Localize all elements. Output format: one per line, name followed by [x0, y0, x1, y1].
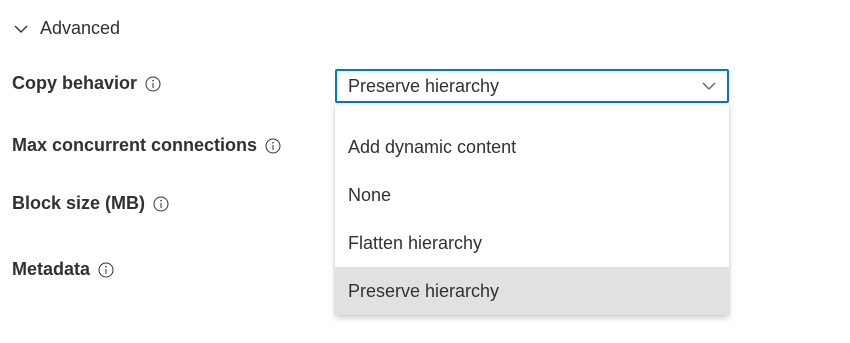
info-icon[interactable]	[145, 76, 161, 92]
option-preserve-hierarchy[interactable]: Preserve hierarchy	[335, 267, 729, 315]
max-concurrent-label-row: Max concurrent connections	[12, 135, 281, 156]
section-title: Advanced	[40, 18, 121, 38]
info-icon[interactable]	[153, 196, 169, 212]
advanced-section-toggle[interactable]: Advanced	[12, 18, 120, 39]
copy-behavior-selected-value: Preserve hierarchy	[348, 75, 500, 96]
copy-behavior-options-menu: Add dynamic content None Flatten hierarc…	[335, 103, 729, 315]
block-size-label-row: Block size (MB)	[12, 193, 169, 214]
chevron-down-icon	[14, 25, 28, 33]
info-icon[interactable]	[265, 138, 281, 154]
page: Advanced Copy behavior Max concurrent co…	[0, 0, 850, 343]
copy-behavior-dropdown[interactable]: Preserve hierarchy	[335, 69, 729, 103]
metadata-label-row: Metadata	[12, 259, 114, 280]
option-none[interactable]: None	[335, 171, 729, 219]
block-size-label: Block size (MB)	[12, 193, 146, 213]
info-icon[interactable]	[98, 262, 114, 278]
copy-behavior-label-row: Copy behavior	[12, 73, 161, 94]
chevron-down-icon	[702, 82, 716, 90]
option-add-dynamic-content[interactable]: Add dynamic content	[335, 123, 729, 171]
option-flatten-hierarchy[interactable]: Flatten hierarchy	[335, 219, 729, 267]
metadata-label: Metadata	[12, 259, 91, 279]
max-concurrent-connections-label: Max concurrent connections	[12, 135, 258, 155]
copy-behavior-label: Copy behavior	[12, 73, 138, 93]
